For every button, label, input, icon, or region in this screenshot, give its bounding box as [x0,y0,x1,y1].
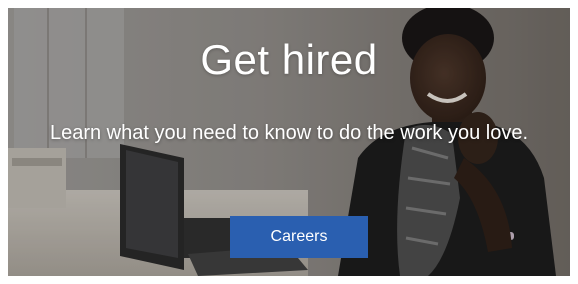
hero-banner: Get hired Learn what you need to know to… [8,8,570,276]
careers-button[interactable]: Careers [230,216,368,258]
hero-subtitle: Learn what you need to know to do the wo… [49,122,529,144]
hero-title: Get hired [200,36,378,83]
